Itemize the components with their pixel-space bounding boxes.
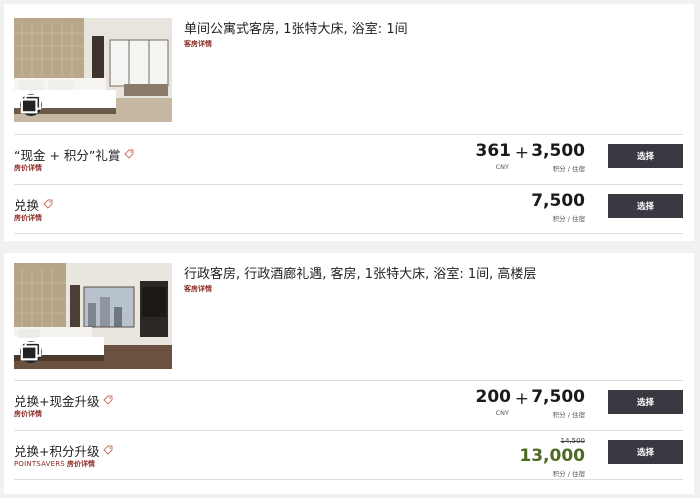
rate-name: “现金 + 积分”礼賞 bbox=[14, 148, 121, 163]
price-block: 7,500 积分 / 住宿 bbox=[505, 191, 585, 229]
select-button[interactable]: 选择 bbox=[608, 390, 683, 414]
room-details-link[interactable]: 客房详情 bbox=[184, 39, 212, 49]
rate-name: 兑换+现金升级 bbox=[14, 394, 100, 409]
select-button[interactable]: 选择 bbox=[608, 144, 683, 168]
rate-row: “现金 + 积分”礼賞 房价详情 361 CNY + 3,500 积分 / 住宿… bbox=[14, 134, 683, 184]
select-button[interactable]: 选择 bbox=[608, 440, 683, 464]
rate-name: 兑换+积分升级 bbox=[14, 444, 100, 459]
rate-details-link[interactable]: 房价详情 bbox=[14, 409, 42, 419]
rate-row: 兑换+积分升级 POINTSAVERS 房价详情 14,500 13,000 积分… bbox=[14, 430, 683, 480]
rate-details-link: POINTSAVERS 房价详情 bbox=[14, 459, 95, 469]
tag-icon bbox=[103, 393, 113, 408]
rate-details-link[interactable]: 房价详情 bbox=[14, 213, 42, 223]
tag-icon bbox=[103, 443, 113, 458]
price-block: 361 CNY + 3,500 积分 / 住宿 bbox=[455, 141, 586, 179]
tag-icon bbox=[43, 197, 53, 212]
cash-currency: CNY bbox=[495, 409, 509, 417]
cash-amount: 361 bbox=[475, 141, 512, 161]
room-title: 单间公寓式客房, 1张特大床, 浴室: 1间 bbox=[184, 22, 408, 37]
rate-row: 兑换+现金升级 房价详情 200 CNY + 7,500 积分 / 住宿 选择 bbox=[14, 380, 683, 430]
points-unit: 积分 / 住宿 bbox=[552, 470, 585, 478]
pointsavers-label: POINTSAVERS bbox=[14, 460, 65, 468]
price-block: 200 CNY + 7,500 积分 / 住宿 bbox=[455, 387, 586, 425]
room-card: 行政客房, 行政酒廊礼遇, 客房, 1张特大床, 浴室: 1间, 高楼层 客房详… bbox=[4, 253, 694, 494]
rate-row: 兑换 房价详情 7,500 积分 / 住宿 选择 bbox=[14, 184, 683, 234]
rate-name: 兑换 bbox=[14, 198, 40, 213]
points-amount: 7,500 bbox=[531, 191, 585, 211]
points-unit: 积分 / 住宿 bbox=[552, 165, 585, 173]
original-points: 14,500 bbox=[560, 437, 586, 445]
plus-sign: + bbox=[514, 143, 529, 163]
room-photo[interactable] bbox=[14, 263, 172, 369]
plus-sign: + bbox=[514, 389, 529, 409]
gallery-icon[interactable] bbox=[20, 341, 42, 363]
cash-amount: 200 bbox=[475, 387, 512, 407]
tag-icon bbox=[124, 147, 134, 162]
points-amount: 3,500 bbox=[531, 141, 585, 161]
room-details-link[interactable]: 客房详情 bbox=[184, 284, 212, 294]
points-unit: 积分 / 住宿 bbox=[552, 411, 585, 419]
room-card: 单间公寓式客房, 1张特大床, 浴室: 1间 客房详情 “现金 + 积分”礼賞 … bbox=[4, 4, 694, 241]
select-button[interactable]: 选择 bbox=[608, 194, 683, 218]
gallery-icon[interactable] bbox=[20, 94, 42, 116]
price-block: 14,500 13,000 积分 / 住宿 bbox=[505, 437, 586, 478]
points-amount: 7,500 bbox=[531, 387, 585, 407]
points-unit: 积分 / 住宿 bbox=[552, 215, 585, 223]
room-title: 行政客房, 行政酒廊礼遇, 客房, 1张特大床, 浴室: 1间, 高楼层 bbox=[184, 267, 537, 282]
rate-details-link[interactable]: 房价详情 bbox=[14, 163, 42, 173]
cash-currency: CNY bbox=[495, 163, 509, 171]
room-photo[interactable] bbox=[14, 18, 172, 122]
rate-details-text[interactable]: 房价详情 bbox=[67, 460, 95, 468]
points-amount: 13,000 bbox=[519, 446, 585, 466]
